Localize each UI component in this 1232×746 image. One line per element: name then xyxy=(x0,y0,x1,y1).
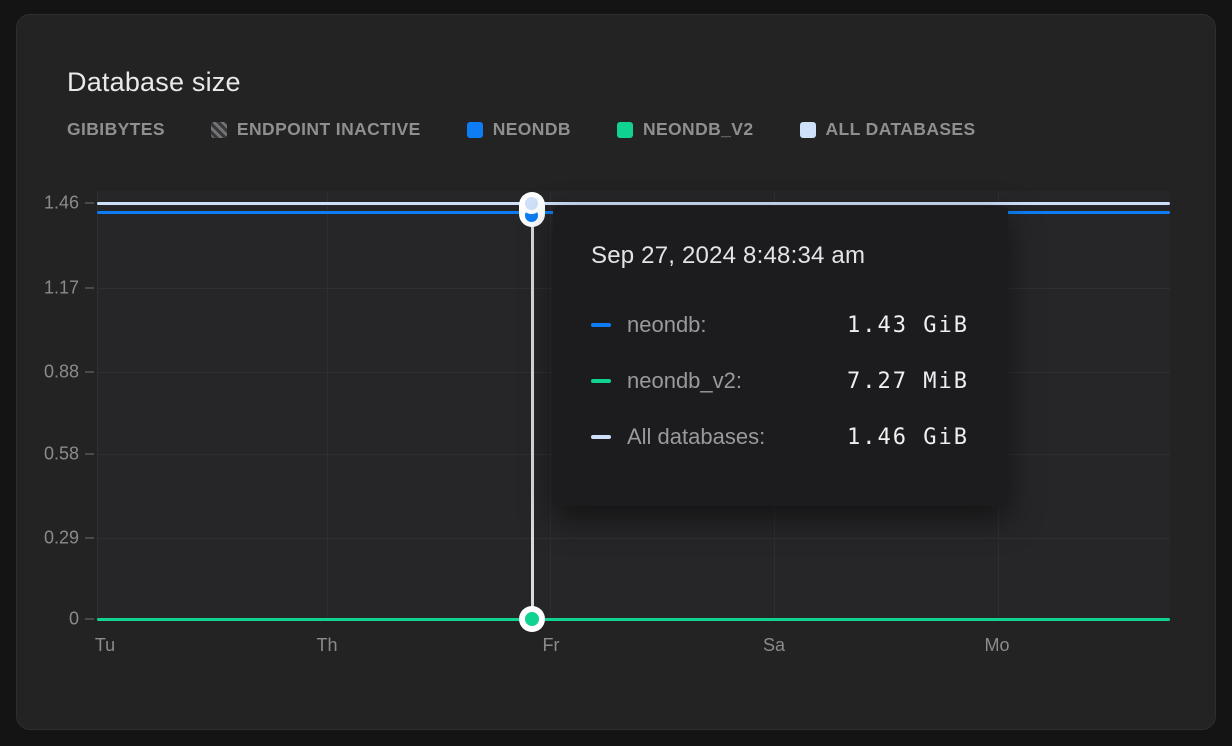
neondb-v2-dash-icon xyxy=(591,379,611,383)
y-tick xyxy=(85,202,94,204)
y-axis-label: 0 xyxy=(29,609,79,630)
gridline-x xyxy=(327,191,328,620)
database-size-card: Database size GIBIBYTES ENDPOINT INACTIV… xyxy=(16,14,1216,730)
tooltip-row-neondb-v2: neondb_v2: 7.27 MiB xyxy=(591,361,969,401)
legend-item-endpoint-inactive[interactable]: ENDPOINT INACTIVE xyxy=(211,119,421,140)
y-axis-label: 0.58 xyxy=(29,444,79,465)
neondb-dash-icon xyxy=(591,323,611,327)
all-databases-swatch-icon xyxy=(800,122,816,138)
hover-point-all-databases xyxy=(525,197,538,210)
x-axis-label: Fr xyxy=(543,635,560,656)
series-line-all-databases xyxy=(97,202,1170,205)
y-axis-label: 1.17 xyxy=(29,278,79,299)
neondb-swatch-icon xyxy=(467,122,483,138)
y-tick xyxy=(85,287,94,289)
tooltip-timestamp: Sep 27, 2024 8:48:34 am xyxy=(591,240,969,272)
tooltip-row-neondb: neondb: 1.43 GiB xyxy=(591,305,969,345)
legend-item-neondb-v2[interactable]: NEONDB_V2 xyxy=(617,119,754,140)
x-axis-label: Sa xyxy=(763,635,785,656)
x-axis-label: Mo xyxy=(984,635,1009,656)
unit-label: GIBIBYTES xyxy=(67,119,165,140)
chart-legend: GIBIBYTES ENDPOINT INACTIVE NEONDB NEOND… xyxy=(67,119,976,140)
gridline-x xyxy=(550,191,551,620)
tooltip-row-all-databases: All databases: 1.46 GiB xyxy=(591,417,969,457)
crosshair-line xyxy=(531,205,534,621)
x-axis-label: Th xyxy=(316,635,337,656)
y-axis-label: 0.88 xyxy=(29,362,79,383)
y-axis-label: 1.46 xyxy=(29,193,79,214)
y-tick xyxy=(85,537,94,539)
gridline-y xyxy=(97,538,1170,539)
y-axis-label: 0.29 xyxy=(29,528,79,549)
hover-point-neondb-v2 xyxy=(525,612,539,626)
all-databases-dash-icon xyxy=(591,435,611,439)
y-tick xyxy=(85,371,94,373)
series-line-neondb-v2 xyxy=(97,618,1170,621)
y-tick xyxy=(85,618,94,620)
neondb-v2-swatch-icon xyxy=(617,122,633,138)
y-tick xyxy=(85,453,94,455)
legend-item-neondb[interactable]: NEONDB xyxy=(467,119,571,140)
chart-tooltip: Sep 27, 2024 8:48:34 am neondb: 1.43 GiB… xyxy=(553,206,1008,506)
endpoint-inactive-swatch-icon xyxy=(211,122,227,138)
legend-item-all-databases[interactable]: ALL DATABASES xyxy=(800,119,976,140)
page-title: Database size xyxy=(67,67,241,98)
x-axis-label: Tu xyxy=(95,635,115,656)
